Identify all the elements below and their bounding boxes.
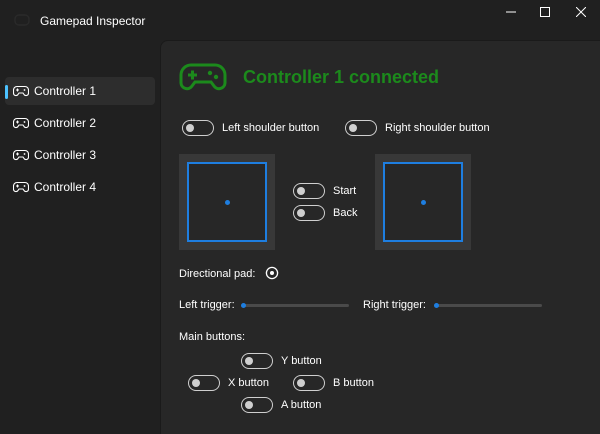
slider-thumb[interactable] [434,303,439,308]
sidebar-item-controller-4[interactable]: Controller 4 [5,173,155,201]
right-shoulder-toggle[interactable] [345,120,377,136]
sidebar-item-label: Controller 2 [34,116,97,130]
dpad-label: Directional pad: [179,268,256,280]
gamepad-icon [179,63,227,91]
selection-indicator [5,85,8,99]
left-shoulder-toggle[interactable] [182,120,214,136]
left-trigger-slider[interactable] [241,299,349,311]
maximize-button[interactable] [528,0,562,24]
sidebar-item-label: Controller 4 [34,180,97,194]
toggle-knob [297,379,305,387]
slider-thumb[interactable] [241,303,246,308]
toggle-knob [245,401,253,409]
y-button-toggle[interactable] [241,353,273,369]
toggle-knob [349,124,357,132]
b-button-label: B button [333,377,374,389]
minimize-button[interactable] [494,0,528,24]
gamepad-icon [13,149,29,161]
x-button-label: X button [228,377,269,389]
right-trigger-slider[interactable] [434,299,542,311]
right-stick-panel [375,154,471,250]
sidebar-item-controller-1[interactable]: Controller 1 [5,77,155,105]
a-button-label: A button [281,399,322,411]
right-stick-area [383,162,463,242]
window-title: Gamepad Inspector [40,14,146,28]
sidebar: Controller 1 Controller 2 Controller 3 C… [0,40,160,434]
slider-track [434,304,542,307]
maximize-icon [540,7,550,17]
left-trigger-label: Left trigger: [179,299,235,311]
back-label: Back [333,207,358,219]
start-label: Start [333,185,357,197]
back-toggle[interactable] [293,205,325,221]
toggle-knob [186,124,194,132]
toggle-knob [297,209,305,217]
y-button-label: Y button [281,355,322,367]
a-button-toggle[interactable] [241,397,273,413]
sidebar-item-controller-2[interactable]: Controller 2 [5,109,155,137]
close-button[interactable] [564,0,598,24]
minimize-icon [506,11,516,13]
x-button-toggle[interactable] [188,375,220,391]
slider-track [241,304,349,307]
title-bar: Gamepad Inspector [0,0,600,40]
sidebar-item-controller-3[interactable]: Controller 3 [5,141,155,169]
sidebar-item-label: Controller 1 [34,84,97,98]
toggle-knob [245,357,253,365]
close-icon [576,7,586,17]
toggle-knob [297,187,305,195]
right-stick-position [421,200,426,205]
sidebar-item-label: Controller 3 [34,148,97,162]
dpad-radio-icon [265,266,279,280]
main-buttons-label: Main buttons: [179,331,246,343]
connection-status: Controller 1 connected [243,67,440,87]
left-stick-panel [179,154,275,250]
toggle-knob [192,379,200,387]
start-toggle[interactable] [293,183,325,199]
left-shoulder-label: Left shoulder button [222,122,320,134]
gamepad-icon [13,85,29,97]
main-content: Controller 1 connected Left shoulder but… [160,40,600,434]
left-stick-position [225,200,230,205]
gamepad-icon [13,117,29,129]
right-shoulder-label: Right shoulder button [385,122,490,134]
b-button-toggle[interactable] [293,375,325,391]
gamepad-icon [13,181,29,193]
gamepad-icon [14,14,30,26]
right-trigger-label: Right trigger: [363,299,426,311]
app-window: Gamepad Inspector Controller 1 Controlle… [0,0,600,434]
left-stick-area [187,162,267,242]
